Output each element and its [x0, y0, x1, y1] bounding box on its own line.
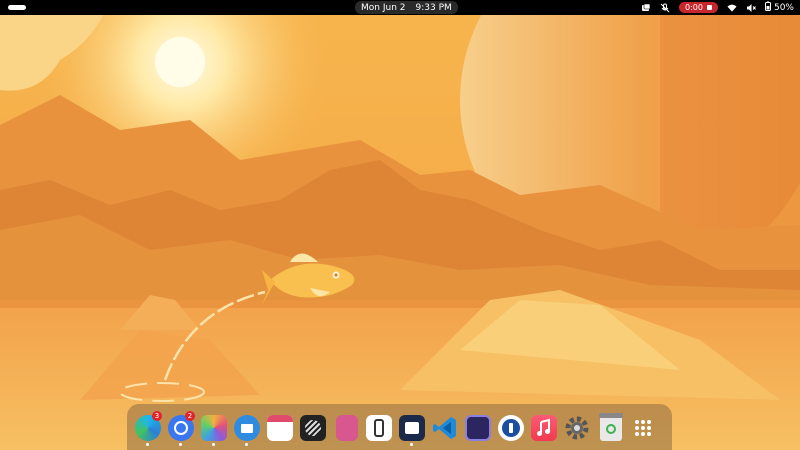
photos-icon	[200, 415, 227, 441]
date-label: Mon Jun 2	[361, 2, 406, 13]
gear-icon	[564, 415, 590, 441]
app-grid-icon	[630, 415, 656, 441]
1password-icon	[497, 415, 524, 441]
volume-muted-icon[interactable]	[746, 3, 756, 13]
dock-item-music[interactable]	[527, 407, 560, 447]
trash-icon	[598, 413, 623, 441]
clock-button[interactable]: Mon Jun 2 9:33 PM	[355, 1, 458, 14]
mic-muted-icon[interactable]	[660, 3, 670, 13]
battery-icon	[764, 1, 771, 14]
dock-item-teleprompter[interactable]	[461, 407, 494, 447]
running-indicator	[179, 443, 182, 446]
running-indicator	[245, 443, 248, 446]
dock-item-linear[interactable]	[296, 407, 329, 447]
dock-item-trash[interactable]	[593, 407, 626, 447]
linear-icon	[299, 415, 326, 441]
notification-badge: 2	[185, 411, 195, 421]
running-indicator	[410, 443, 413, 446]
dock: 3 2	[127, 404, 672, 450]
dock-item-vscode[interactable]	[428, 407, 461, 447]
battery-percent: 50%	[773, 2, 794, 13]
recording-time: 0:00	[685, 3, 703, 12]
calendar-icon	[266, 415, 293, 441]
wifi-icon[interactable]	[727, 3, 737, 13]
screen-recording-indicator[interactable]: 0:00	[679, 2, 718, 13]
dock-item-files[interactable]	[395, 407, 428, 447]
system-tray: 0:00 50%	[641, 0, 794, 15]
files-icon	[398, 415, 425, 441]
dock-item-app-grid[interactable]	[626, 407, 659, 447]
time-label: 9:33 PM	[415, 2, 452, 13]
activities-button[interactable]	[8, 5, 26, 10]
notebook-icon	[335, 415, 358, 441]
vscode-icon	[432, 415, 458, 441]
teleprompter-icon	[464, 415, 491, 441]
music-icon	[530, 415, 557, 441]
running-indicator	[212, 443, 215, 446]
dock-item-signal[interactable]: 2	[164, 407, 197, 447]
dock-item-1password[interactable]	[494, 407, 527, 447]
dock-item-edge[interactable]: 3	[131, 407, 164, 447]
mail-icon	[233, 415, 260, 441]
obsidian-icon	[365, 415, 392, 441]
desktop-wallpaper	[0, 0, 800, 450]
battery-indicator[interactable]: 50%	[764, 1, 794, 14]
dock-item-settings[interactable]	[560, 407, 593, 447]
extension-icon[interactable]	[641, 3, 651, 13]
stop-icon	[706, 5, 712, 10]
top-bar: Mon Jun 2 9:33 PM 0:00 50%	[0, 0, 800, 15]
dock-item-notebook[interactable]	[329, 407, 362, 447]
running-indicator	[146, 443, 149, 446]
dock-item-calendar[interactable]	[263, 407, 296, 447]
dock-item-photos[interactable]	[197, 407, 230, 447]
notification-badge: 3	[152, 411, 162, 421]
dock-item-mail[interactable]	[230, 407, 263, 447]
dock-item-obsidian[interactable]	[362, 407, 395, 447]
